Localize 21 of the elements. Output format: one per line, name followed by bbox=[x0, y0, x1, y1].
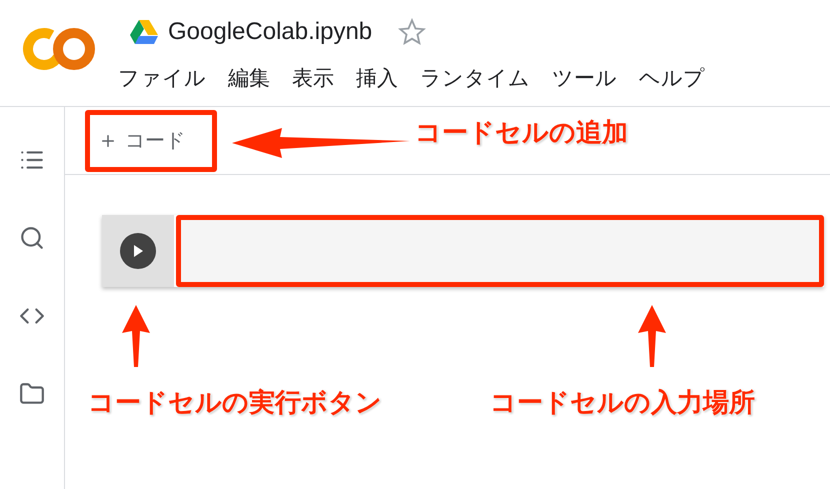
search-icon[interactable] bbox=[19, 225, 45, 251]
arrow-drawing bbox=[638, 305, 666, 367]
annotation-label: コードセルの実行ボタン bbox=[88, 387, 382, 420]
folder-icon[interactable] bbox=[19, 381, 45, 407]
notebook-title[interactable]: GoogleColab.ipynb bbox=[168, 18, 372, 46]
menu-item[interactable]: 表示 bbox=[292, 64, 334, 92]
menu-item[interactable]: ファイル bbox=[118, 64, 206, 92]
logo-icon bbox=[22, 26, 96, 72]
menu-item[interactable]: 編集 bbox=[228, 64, 270, 92]
menu-item[interactable]: ヘルプ bbox=[639, 64, 705, 92]
drive-icon bbox=[130, 20, 158, 44]
annotation-label: コードセルの入力場所 bbox=[490, 387, 755, 420]
add-code-button[interactable]: コード bbox=[95, 123, 189, 158]
menu-item[interactable]: ランタイム bbox=[420, 64, 530, 92]
arrow-drawing bbox=[122, 305, 150, 367]
run-button[interactable] bbox=[120, 233, 156, 269]
star-icon[interactable] bbox=[398, 18, 426, 46]
annotation-label: コードセルの追加 bbox=[415, 117, 628, 150]
menu-item[interactable]: 挿入 bbox=[356, 64, 398, 92]
menu-item[interactable]: ツール bbox=[552, 64, 617, 92]
play-icon bbox=[131, 244, 145, 258]
